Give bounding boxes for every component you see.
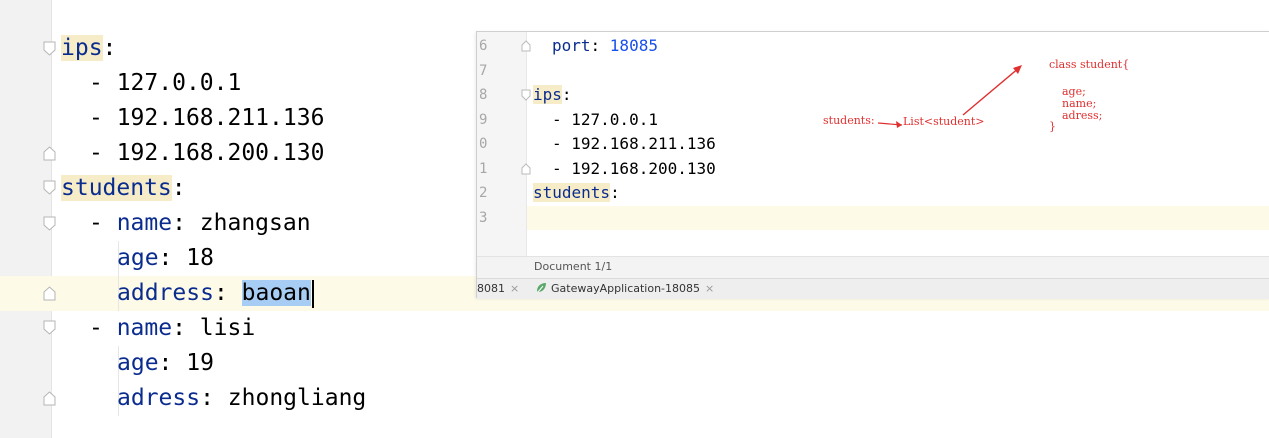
- line-number: 7: [479, 63, 488, 79]
- code-line[interactable]: - name: zhangsan: [89, 206, 311, 241]
- yaml-value: 192.168.200.130: [116, 140, 325, 166]
- document-status-bar: Document 1/1: [477, 256, 1269, 279]
- yaml-dash: -: [89, 210, 117, 236]
- annotation-class-header: class student{: [1049, 58, 1130, 71]
- annotation-close-brace: }: [1049, 120, 1056, 133]
- yaml-value: 192.168.211.136: [571, 134, 716, 153]
- code-line[interactable]: adress: zhongliang: [117, 381, 366, 416]
- yaml-key: port: [552, 36, 591, 55]
- fold-end-icon[interactable]: [521, 40, 531, 52]
- yaml-colon: :: [102, 35, 117, 61]
- code-line[interactable]: ips:: [61, 31, 116, 66]
- run-tabs-bar: 8081 × GatewayApplication-18085 ×: [477, 278, 1269, 299]
- yaml-dash: -: [89, 70, 117, 96]
- yaml-colon: :: [200, 385, 228, 411]
- yaml-value: zhongliang: [227, 385, 367, 411]
- fold-start-icon[interactable]: [43, 216, 56, 232]
- close-icon[interactable]: ×: [705, 282, 714, 295]
- yaml-key: name: [116, 210, 173, 236]
- code-line[interactable]: students:: [533, 181, 620, 205]
- yaml-value: 192.168.200.130: [571, 159, 716, 178]
- code-line[interactable]: address: baoan: [117, 276, 314, 311]
- fold-start-icon[interactable]: [521, 89, 531, 101]
- yaml-dash: -: [552, 159, 572, 178]
- code-line[interactable]: - 192.168.200.130: [89, 136, 324, 171]
- yaml-colon: :: [171, 175, 186, 201]
- yaml-dash: -: [89, 315, 117, 341]
- yaml-dash: -: [89, 105, 117, 131]
- yaml-colon: :: [158, 245, 187, 271]
- code-line[interactable]: age: 18: [117, 241, 214, 276]
- annotation-field: adress;: [1062, 109, 1103, 122]
- annotation-arrows: [877, 65, 1022, 128]
- current-line-highlight: [477, 206, 1269, 230]
- yaml-dash: -: [552, 134, 572, 153]
- yaml-value: 127.0.0.1: [116, 70, 242, 96]
- yaml-value: zhangsan: [199, 210, 311, 236]
- yaml-colon: :: [610, 183, 620, 202]
- code-line[interactable]: - 192.168.211.136: [89, 101, 324, 136]
- overlay-editor-window: 6 7 8 9 0 1 2 3 port: 18085 ips: - 127.0…: [476, 31, 1269, 299]
- yaml-value: 19: [186, 350, 214, 376]
- yaml-value: 192.168.211.136: [116, 105, 325, 131]
- yaml-key: students: [533, 183, 611, 202]
- document-status: Document 1/1: [534, 260, 613, 273]
- yaml-colon: :: [172, 210, 200, 236]
- yaml-value: lisi: [199, 315, 256, 341]
- code-line[interactable]: ips:: [533, 83, 572, 107]
- fold-end-icon[interactable]: [43, 390, 56, 406]
- code-line[interactable]: - 127.0.0.1: [552, 108, 658, 132]
- code-line[interactable]: - 192.168.200.130: [552, 157, 716, 181]
- line-number: 8: [479, 87, 488, 103]
- code-line[interactable]: - 127.0.0.1: [89, 66, 241, 101]
- spring-boot-icon: [537, 283, 546, 293]
- yaml-key: name: [116, 315, 173, 341]
- line-number: 1: [479, 161, 488, 177]
- text-caret: [311, 279, 314, 308]
- fold-end-icon[interactable]: [521, 163, 531, 175]
- yaml-dash: -: [89, 140, 117, 166]
- code-line[interactable]: port: 18085: [552, 34, 658, 58]
- yaml-key: age: [117, 245, 159, 271]
- run-tab[interactable]: GatewayApplication-18085 ×: [535, 282, 714, 295]
- yaml-colon: :: [158, 350, 187, 376]
- yaml-colon: :: [213, 280, 242, 306]
- line-number: 3: [479, 210, 488, 226]
- fold-start-icon[interactable]: [43, 320, 56, 336]
- yaml-key: address: [117, 280, 214, 306]
- code-line[interactable]: students:: [61, 171, 186, 206]
- fold-end-icon[interactable]: [43, 145, 56, 161]
- tab-label: 8081: [477, 282, 505, 295]
- line-number: 6: [479, 38, 488, 54]
- selected-text[interactable]: baoan: [241, 280, 311, 306]
- yaml-key: ips: [533, 85, 562, 104]
- yaml-key: students: [61, 175, 172, 201]
- code-line[interactable]: age: 19: [117, 346, 214, 381]
- line-number: 2: [479, 185, 488, 201]
- yaml-colon: :: [590, 36, 610, 55]
- yaml-value: 18: [186, 245, 214, 271]
- yaml-value: 18085: [609, 36, 658, 55]
- run-tab[interactable]: 8081 ×: [477, 282, 519, 295]
- fold-start-icon[interactable]: [43, 41, 56, 57]
- line-number: 9: [479, 112, 488, 128]
- tab-label: GatewayApplication-18085: [551, 282, 701, 295]
- yaml-key: ips: [61, 35, 103, 61]
- yaml-dash: -: [552, 110, 572, 129]
- close-icon[interactable]: ×: [510, 282, 519, 295]
- yaml-value: 127.0.0.1: [571, 110, 658, 129]
- line-number: 0: [479, 136, 488, 152]
- code-line[interactable]: - name: lisi: [89, 311, 255, 346]
- fold-end-icon[interactable]: [43, 285, 56, 301]
- yaml-key: adress: [117, 385, 201, 411]
- fold-start-icon[interactable]: [43, 180, 56, 196]
- yaml-key: age: [117, 350, 159, 376]
- annotation-students: students:: [823, 114, 875, 127]
- code-line[interactable]: - 192.168.211.136: [552, 132, 716, 156]
- yaml-colon: :: [561, 85, 572, 104]
- yaml-colon: :: [172, 315, 200, 341]
